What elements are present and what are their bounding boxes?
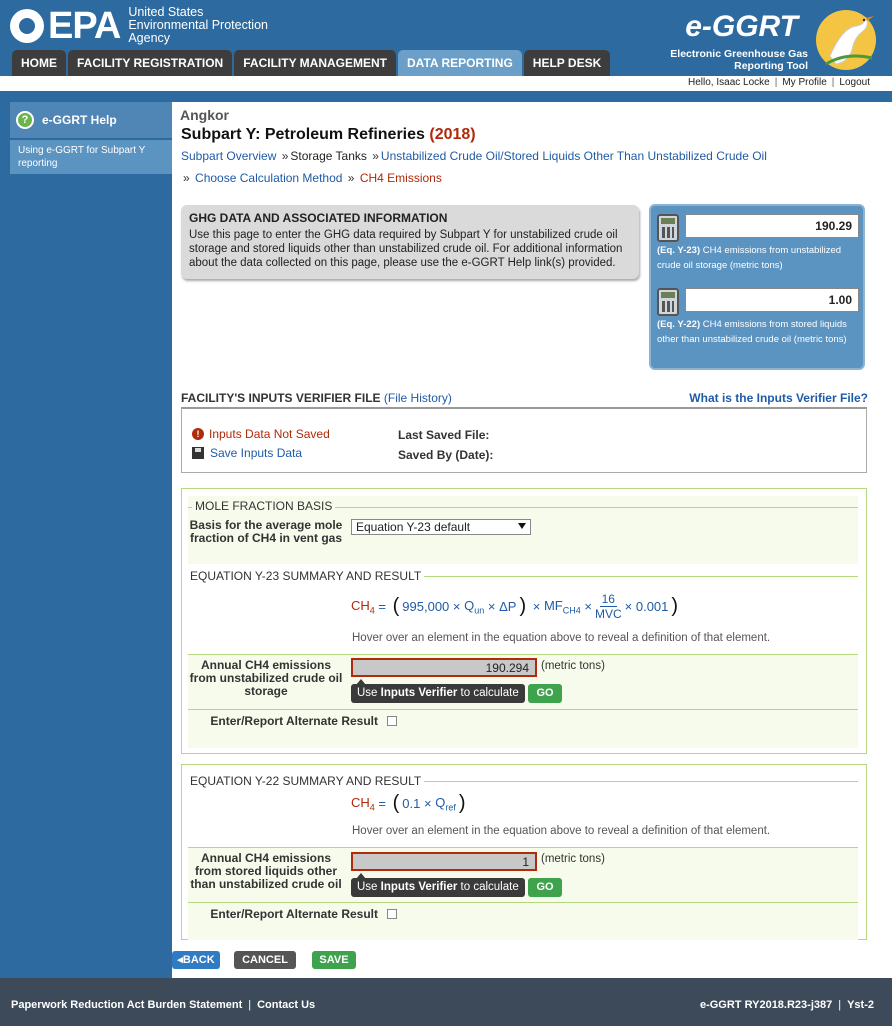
ghg-info-box: GHG DATA AND ASSOCIATED INFORMATION Use … <box>181 205 639 279</box>
page-title: Subpart Y: Petroleum Refineries (2018) <box>181 126 476 143</box>
calculator-icon <box>657 214 679 242</box>
help-link-subpart-y[interactable]: Using e-GGRT for Subpart Y reporting <box>10 140 172 174</box>
calculator-icon <box>657 288 679 316</box>
main-content: Angkor Subpart Y: Petroleum Refineries (… <box>172 102 878 978</box>
equation-y23: CH4 = ( 995,000 × Qun × ΔP) × MFCH4 × 16… <box>351 592 679 621</box>
logout-link[interactable]: Logout <box>839 77 870 88</box>
alternate-checkbox-y23[interactable] <box>387 716 397 726</box>
calculated-values-panel: 190.29 (Eq. Y-23) CH4 emissions from uns… <box>649 204 865 370</box>
save-inputs-link[interactable]: Save Inputs Data <box>192 446 302 460</box>
eq-y22-title: EQUATION Y-22 SUMMARY AND RESULT <box>187 774 425 788</box>
mole-fraction-select[interactable]: Equation Y-23 default <box>351 519 531 535</box>
equation-y22: CH4 = ( 0.1 × Qref) <box>351 792 466 814</box>
verifier-heading: FACILITY'S INPUTS VERIFIER FILE (File Hi… <box>181 391 452 405</box>
sidebar: ? e-GGRT Help Using e-GGRT for Subpart Y… <box>0 102 172 978</box>
equation-hint: Hover over an element in the equation ab… <box>352 825 771 837</box>
facility-name: Angkor <box>180 107 229 123</box>
eq-mf[interactable]: MFCH4 <box>544 598 581 616</box>
help-icon: ? <box>16 111 34 129</box>
go-button-y22[interactable]: GO <box>528 878 562 897</box>
unit-y23: (metric tons) <box>541 660 605 672</box>
tab-facility-management[interactable]: FACILITY MANAGEMENT <box>234 50 397 76</box>
mole-fraction-title: MOLE FRACTION BASIS <box>192 499 336 513</box>
breadcrumb: Subpart Overview » Storage Tanks » Unstabi… <box>181 149 767 163</box>
eq-factor[interactable]: 0.001 <box>636 599 669 614</box>
calc-value-y23: 190.29 <box>685 214 859 238</box>
eq-fraction[interactable]: 16 MVC <box>595 592 622 621</box>
user-greeting: Hello, Isaac Locke <box>688 77 770 88</box>
info-box-text: Use this page to enter the GHG data requ… <box>189 229 623 269</box>
calc-label-y23: (Eq. Y-23) CH4 emissions from unstabiliz… <box>657 245 842 271</box>
inputs-verifier-button-y23[interactable]: Use Inputs Verifier to calculate <box>351 684 525 703</box>
eq-qref[interactable]: Qref <box>435 795 456 813</box>
calc-value-y22: 1.00 <box>685 288 859 312</box>
what-is-verifier-link[interactable]: What is the Inputs Verifier File? <box>689 391 868 405</box>
verifier-box: ! Inputs Data Not Saved Save Inputs Data… <box>181 407 867 473</box>
epa-seal-icon <box>10 8 44 43</box>
eq-dp[interactable]: ΔP <box>499 599 516 614</box>
saved-by-label: Saved By (Date): <box>398 448 494 462</box>
floppy-disk-icon <box>192 447 204 459</box>
result-label-y22: Annual CH4 emissions from stored liquids… <box>190 851 342 891</box>
result-input-y22[interactable]: 1 <box>351 852 537 871</box>
epa-wordmark: EPA <box>48 4 121 47</box>
unit-y22: (metric tons) <box>541 853 605 865</box>
alternate-label-y22: Enter/Report Alternate Result <box>210 907 378 921</box>
contact-link[interactable]: Contact Us <box>257 999 315 1011</box>
result-label-y23: Annual CH4 emissions from unstabilized c… <box>189 658 343 698</box>
breadcrumb-choose-method[interactable]: Choose Calculation Method <box>195 171 342 185</box>
last-saved-label: Last Saved File: <box>398 428 490 442</box>
tab-facility-registration[interactable]: FACILITY REGISTRATION <box>68 50 233 76</box>
save-button[interactable]: SAVE <box>312 951 356 969</box>
breadcrumb-line-2: » Choose Calculation Method » CH4 Emissi… <box>183 171 442 185</box>
egret-bird-icon <box>816 10 876 70</box>
file-history-link[interactable]: (File History) <box>384 391 452 405</box>
alternate-checkbox-y22[interactable] <box>387 909 397 919</box>
back-button[interactable]: ◂BACK <box>172 951 220 969</box>
epa-logo[interactable]: EPA United States Environmental Protecti… <box>10 6 268 45</box>
site-footer: Paperwork Reduction Act Burden Statement… <box>0 978 892 1026</box>
eq-qun[interactable]: Qun <box>464 598 484 616</box>
main-nav: HOME FACILITY REGISTRATION FACILITY MANA… <box>12 50 611 76</box>
error-icon: ! <box>192 428 204 440</box>
inputs-not-saved-status: ! Inputs Data Not Saved <box>192 427 330 441</box>
version-text: e-GGRT RY2018.R23-j387 <box>699 999 833 1011</box>
breadcrumb-subpart-overview[interactable]: Subpart Overview <box>181 149 276 163</box>
server-text: Yst-2 <box>847 999 874 1011</box>
inputs-verifier-button-y22[interactable]: Use Inputs Verifier to calculate <box>351 878 525 897</box>
cancel-button[interactable]: CANCEL <box>234 951 296 969</box>
result-input-y23[interactable]: 190.294 <box>351 658 537 677</box>
chevron-down-icon <box>518 523 526 529</box>
alternate-label-y23: Enter/Report Alternate Result <box>210 714 378 728</box>
my-profile-link[interactable]: My Profile <box>782 77 826 88</box>
eq-factor[interactable]: 0.1 <box>402 796 420 811</box>
eq-ch4[interactable]: CH4 <box>351 795 375 813</box>
mole-fraction-label: Basis for the average mole fraction of C… <box>189 518 343 545</box>
agency-name: United States Environmental Protection A… <box>128 5 268 45</box>
breadcrumb-unstabilized[interactable]: Unstabilized Crude Oil/Stored Liquids Ot… <box>381 149 767 163</box>
eggrt-logo: e-GGRT Electronic Greenhouse Gas Reporti… <box>656 6 876 74</box>
eq-const[interactable]: 995,000 <box>402 599 449 614</box>
info-box-title: GHG DATA AND ASSOCIATED INFORMATION <box>189 211 448 225</box>
tab-data-reporting[interactable]: DATA REPORTING <box>398 50 522 76</box>
breadcrumb-current: CH4 Emissions <box>359 171 442 185</box>
eq-y23-title: EQUATION Y-23 SUMMARY AND RESULT <box>187 569 425 583</box>
go-button-y23[interactable]: GO <box>528 684 562 703</box>
tab-help-desk[interactable]: HELP DESK <box>523 50 611 76</box>
eq-ch4[interactable]: CH4 <box>351 598 375 616</box>
help-panel-header: ? e-GGRT Help <box>10 102 172 138</box>
breadcrumb-storage-tanks: Storage Tanks <box>290 149 367 163</box>
calc-label-y22: (Eq. Y-22) CH4 emissions from stored liq… <box>657 319 847 345</box>
equation-hint: Hover over an element in the equation ab… <box>352 632 771 644</box>
paperwork-link[interactable]: Paperwork Reduction Act Burden Statement <box>11 999 242 1011</box>
tab-home[interactable]: HOME <box>12 50 66 76</box>
